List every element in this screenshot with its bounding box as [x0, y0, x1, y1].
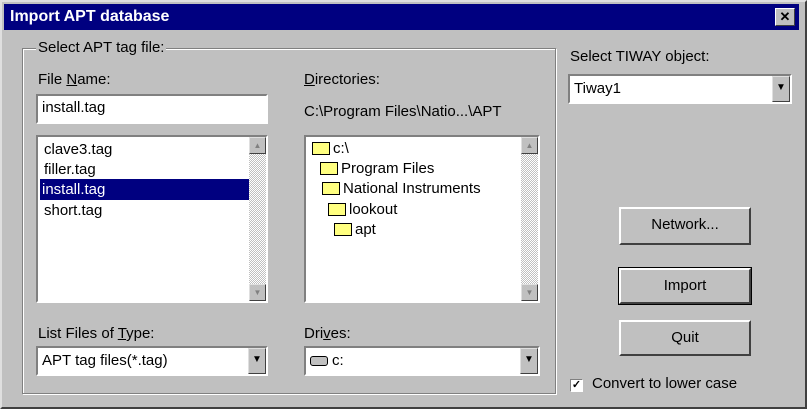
drives-value: c: [332, 352, 344, 369]
title-bar[interactable]: Import APT database ✕ [4, 4, 799, 30]
dir-item-c[interactable]: c:\ [312, 139, 349, 159]
window-title: Import APT database [10, 8, 170, 25]
import-button[interactable]: Import [618, 267, 752, 305]
convert-lowercase-checkbox[interactable]: ✓ [570, 379, 583, 392]
file-type-label: List Files of Type: [38, 325, 155, 342]
close-icon[interactable]: ✕ [775, 8, 795, 26]
dir-item-program-files[interactable]: Program Files [320, 159, 434, 179]
current-directory-path: C:\Program Files\Natio...\APT [304, 103, 502, 120]
dir-item-national-instruments[interactable]: National Instruments [322, 179, 481, 199]
dropdown-arrow-icon[interactable]: ▼ [248, 348, 266, 374]
directory-list[interactable]: c:\ Program Files National Instruments l… [304, 135, 540, 303]
tiway-value: Tiway1 [574, 80, 621, 97]
import-apt-dialog: Import APT database ✕ Select APT tag fil… [0, 0, 807, 409]
file-list-item-selected[interactable]: install.tag [39, 178, 250, 201]
drive-icon [310, 356, 328, 367]
file-type-value: APT tag files(*.tag) [42, 352, 168, 369]
convert-lowercase-label: Convert to lower case [592, 375, 738, 392]
dir-item-lookout[interactable]: lookout [328, 200, 397, 220]
dropdown-arrow-icon[interactable]: ▼ [520, 348, 538, 374]
folder-icon [334, 222, 352, 236]
quit-button[interactable]: Quit [619, 320, 751, 356]
file-name-value: install.tag [42, 99, 106, 116]
tiway-select[interactable]: Tiway1 ▼ [568, 74, 792, 104]
group-legend: Select APT tag file: [36, 39, 167, 56]
scroll-down-icon[interactable]: ▼ [521, 284, 538, 301]
file-list-scrollbar[interactable]: ▲ ▼ [249, 137, 266, 301]
scroll-up-icon[interactable]: ▲ [521, 137, 538, 154]
file-list[interactable]: clave3.tag filler.tag install.tag short.… [36, 135, 268, 303]
directories-label: Directories: [304, 71, 380, 88]
file-name-label: File Name: [38, 71, 111, 88]
scroll-down-icon[interactable]: ▼ [249, 284, 266, 301]
network-button[interactable]: Network... [619, 207, 751, 245]
folder-icon [322, 181, 340, 195]
folder-icon [320, 161, 338, 175]
dropdown-arrow-icon[interactable]: ▼ [772, 76, 790, 102]
dir-item-apt[interactable]: apt [334, 220, 376, 240]
directory-list-scrollbar[interactable]: ▲ ▼ [521, 137, 538, 301]
file-list-item[interactable]: short.tag [42, 200, 104, 221]
folder-icon [312, 141, 330, 155]
folder-icon [328, 202, 346, 216]
file-name-input[interactable]: install.tag [36, 94, 268, 124]
scroll-up-icon[interactable]: ▲ [249, 137, 266, 154]
file-list-item[interactable]: clave3.tag [42, 139, 114, 160]
file-list-item[interactable]: filler.tag [42, 159, 98, 180]
file-type-select[interactable]: APT tag files(*.tag) ▼ [36, 346, 268, 376]
tiway-label: Select TIWAY object: [570, 48, 710, 65]
drives-select[interactable]: c: ▼ [304, 346, 540, 376]
drives-label: Drives: [304, 325, 351, 342]
